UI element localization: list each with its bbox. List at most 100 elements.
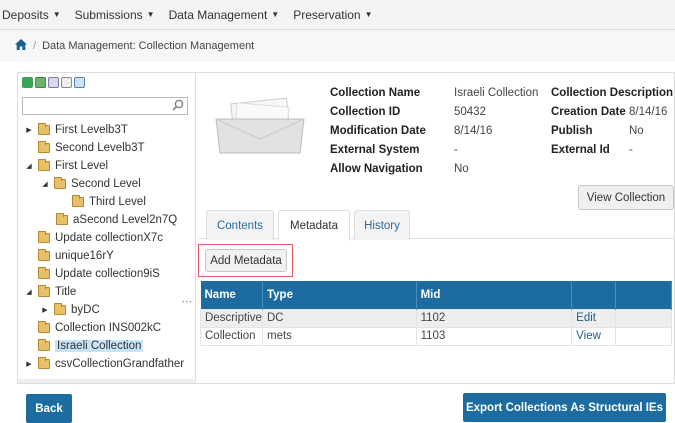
folder-icon — [56, 213, 68, 225]
tree-node-label: Second Levelb3T — [55, 142, 145, 154]
table-row[interactable]: Descriptive DC 1102 Edit — [200, 308, 672, 328]
folder-icon — [54, 303, 66, 315]
tree-node-label: Update collection9iS — [55, 268, 160, 280]
tree-node-label: Third Level — [89, 196, 146, 208]
tab-metadata[interactable]: Metadata — [278, 210, 350, 241]
folder-icon — [54, 177, 66, 189]
cell-mid: 1103 — [415, 326, 573, 346]
menu-label: Preservation — [293, 7, 361, 22]
menu-preservation[interactable]: Preservation ▼ — [286, 0, 379, 30]
view-link[interactable]: View — [576, 330, 601, 342]
tree-node[interactable]: ▶ byDC — [40, 301, 100, 319]
tree-node-label: byDC — [71, 304, 100, 316]
collection-id-value: 50432 — [454, 106, 486, 118]
edit-link[interactable]: Edit — [576, 312, 596, 324]
modification-date-value: 8/14/16 — [454, 125, 493, 137]
column-header[interactable]: Type — [262, 281, 417, 309]
creation-date-value: 8/14/16 — [629, 106, 668, 118]
sort-icon[interactable] — [74, 77, 85, 88]
table-header-row: Name Type Mid — [200, 281, 672, 309]
collapse-arrow-icon[interactable]: ◢ — [40, 180, 50, 188]
caret-down-icon: ▼ — [146, 10, 155, 19]
remove-icon[interactable] — [61, 77, 72, 88]
folder-icon — [38, 357, 50, 369]
cell-empty — [615, 308, 672, 328]
tree-node-selected[interactable]: Israeli Collection — [38, 337, 144, 355]
refresh-icon[interactable] — [22, 77, 33, 88]
caret-down-icon: ▼ — [52, 10, 61, 19]
detail-tabs: Contents Metadata History — [198, 205, 674, 241]
tree-node-label: aSecond Level2n7Q — [73, 214, 178, 226]
tree-node-label: Title — [55, 286, 77, 298]
tree-node[interactable]: Second Levelb3T — [38, 139, 145, 157]
expand-arrow-icon[interactable]: ▶ — [24, 360, 34, 368]
folder-icon — [72, 195, 84, 207]
resize-handle-icon[interactable]: • • • — [182, 300, 192, 306]
collection-details: Collection Name Israeli Collection Colle… — [198, 73, 674, 383]
tree-node[interactable]: Third Level — [72, 193, 146, 211]
column-header — [615, 281, 672, 309]
tree-node-label: Second Level — [71, 178, 141, 190]
edit-icon[interactable] — [48, 77, 59, 88]
menu-deposits[interactable]: Deposits ▼ — [0, 0, 68, 30]
menu-label: Data Management — [168, 7, 268, 22]
cell-name: Descriptive — [200, 308, 263, 328]
tree-node[interactable]: aSecond Level2n7Q — [56, 211, 177, 229]
breadcrumb-separator: / — [33, 40, 37, 52]
breadcrumb-current: Data Management: Collection Management — [42, 40, 255, 52]
table-row[interactable]: Collection mets 1103 View — [200, 326, 672, 346]
cell-action: Edit — [571, 308, 617, 328]
tree-node[interactable]: unique16rY — [38, 247, 114, 265]
tree-node[interactable]: ◢ Title — [24, 283, 76, 301]
folder-icon — [38, 141, 50, 153]
column-header[interactable]: Mid — [416, 281, 573, 309]
tree-node[interactable]: ▶ First Levelb3T — [24, 121, 128, 139]
tree-node[interactable]: ◢ First Level — [24, 157, 108, 175]
tree-node[interactable]: ▶ csvCollectionGrandfather — [24, 355, 184, 373]
collection-name-label: Collection Name — [330, 87, 421, 99]
tab-history[interactable]: History — [354, 210, 410, 240]
external-id-label: External Id — [551, 144, 610, 156]
tree-node[interactable]: Update collectionX7c — [38, 229, 163, 247]
folder-icon — [38, 249, 50, 261]
collection-panel: ▶ First Levelb3T Second Levelb3T ◢ First L… — [17, 72, 675, 384]
breadcrumb: / Data Management: Collection Management — [0, 30, 675, 62]
tab-contents[interactable]: Contents — [206, 210, 274, 240]
expand-arrow-icon[interactable]: ▶ — [24, 126, 34, 134]
search-icon[interactable] — [172, 99, 184, 114]
tree-node-label: First Levelb3T — [55, 124, 128, 136]
tree-node-label: First Level — [55, 160, 109, 172]
expand-arrow-icon[interactable]: ▶ — [40, 306, 50, 314]
column-header[interactable]: Name — [200, 281, 263, 309]
collapse-arrow-icon[interactable]: ◢ — [24, 162, 34, 170]
tree-toolbar — [22, 77, 85, 88]
publish-label: Publish — [551, 125, 593, 137]
tree-search-input[interactable] — [22, 97, 188, 115]
tree-node[interactable]: Update collection9iS — [38, 265, 160, 283]
publish-value: No — [629, 125, 644, 137]
collection-id-label: Collection ID — [330, 106, 401, 118]
add-icon[interactable] — [35, 77, 46, 88]
tree-node[interactable]: Collection INS002kC — [38, 319, 161, 337]
export-structural-ies-button[interactable]: Export Collections As Structural IEs — [463, 393, 666, 422]
cell-empty — [615, 326, 672, 346]
cell-action: View — [571, 326, 617, 346]
external-system-label: External System — [330, 144, 420, 156]
back-button[interactable]: Back — [26, 394, 72, 423]
menu-data-management[interactable]: Data Management ▼ — [162, 0, 287, 30]
add-metadata-highlight: Add Metadata — [198, 244, 293, 277]
tree-node[interactable]: ◢ Second Level — [40, 175, 141, 193]
folder-icon — [38, 123, 50, 135]
add-metadata-button[interactable]: Add Metadata — [205, 249, 287, 272]
folder-icon — [38, 285, 50, 297]
menu-submissions[interactable]: Submissions ▼ — [68, 0, 162, 30]
tree-node-label: Update collectionX7c — [55, 232, 164, 244]
cell-mid: 1102 — [415, 308, 573, 328]
tree-horizontal-scrollbar[interactable] — [18, 379, 196, 383]
menu-label: Submissions — [74, 7, 143, 22]
folder-icon — [38, 267, 50, 279]
top-menu-bar: Deposits ▼ Submissions ▼ Data Management ▼ … — [0, 0, 675, 30]
collapse-arrow-icon[interactable]: ◢ — [24, 288, 34, 296]
allow-navigation-label: Allow Navigation — [330, 163, 423, 175]
home-icon[interactable] — [15, 39, 27, 53]
